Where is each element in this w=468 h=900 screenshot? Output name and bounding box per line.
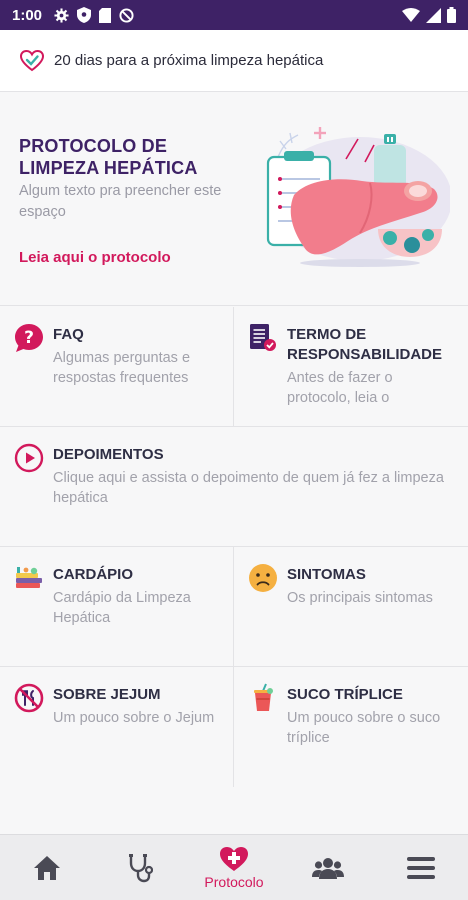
group-icon bbox=[311, 857, 344, 879]
hero-description: Algum texto pra preencher este espaço bbox=[19, 183, 222, 220]
tab-menu[interactable] bbox=[385, 835, 457, 900]
status-bar: 1:00 bbox=[0, 0, 468, 30]
next-cleanse-banner: 20 dias para a próxima limpeza hepática bbox=[0, 30, 468, 92]
read-protocol-link[interactable]: Leia aqui o protocolo bbox=[19, 249, 171, 266]
hero-title: PROTOCOLO DE LIMPEZA HEPÁTICA bbox=[19, 136, 198, 178]
termo-card[interactable]: TERMO DE RESPONSABILIDADE Antes de fazer… bbox=[234, 307, 468, 426]
juice-glass-icon bbox=[254, 683, 273, 711]
stethoscope-icon bbox=[129, 853, 154, 882]
suco-subtitle: Um pouco sobre o suco tríplice bbox=[287, 710, 441, 746]
no-food-icon bbox=[14, 683, 44, 713]
svg-text:?: ? bbox=[24, 328, 34, 348]
sintomas-subtitle: Os principais sintomas bbox=[287, 590, 433, 606]
suco-card[interactable]: SUCO TRÍPLICE Um pouco sobre o suco tríp… bbox=[234, 667, 468, 787]
document-check-icon bbox=[250, 324, 276, 351]
play-circle-icon bbox=[14, 443, 44, 473]
sintomas-title: SINTOMAS bbox=[287, 566, 366, 583]
tab-protocolo-label: Protocolo bbox=[204, 873, 264, 890]
menu-icon bbox=[407, 856, 436, 879]
tab-home[interactable] bbox=[11, 835, 83, 900]
depoimentos-card[interactable]: DEPOIMENTOS Clique aqui e assista o depo… bbox=[0, 427, 468, 546]
termo-subtitle: Antes de fazer o protocolo, leia o bbox=[287, 370, 393, 406]
signal-icon bbox=[426, 7, 441, 23]
jejum-title: SOBRE JEJUM bbox=[53, 686, 161, 703]
medical-heart-icon bbox=[219, 846, 248, 871]
next-cleanse-text: 20 dias para a próxima limpeza hepática bbox=[54, 52, 324, 69]
wifi-icon bbox=[402, 8, 420, 22]
faq-icon: ? bbox=[15, 324, 43, 352]
jejum-subtitle: Um pouco sobre o Jejum bbox=[53, 710, 215, 726]
faq-title: FAQ bbox=[53, 326, 84, 343]
faq-card[interactable]: ? FAQ Algumas perguntas e respostas freq… bbox=[0, 307, 234, 426]
heart-check-icon bbox=[20, 49, 44, 71]
cardapio-subtitle: Cardápio da Limpeza Hepática bbox=[53, 590, 191, 626]
status-time: 1:00 bbox=[12, 6, 43, 24]
blocked-icon bbox=[119, 7, 134, 23]
suco-title: SUCO TRÍPLICE bbox=[287, 686, 403, 703]
tab-community[interactable] bbox=[292, 835, 364, 900]
sim-card-icon bbox=[99, 7, 112, 23]
faq-subtitle: Algumas perguntas e respostas frequentes bbox=[53, 350, 191, 386]
menu-grid: ? FAQ Algumas perguntas e respostas freq… bbox=[0, 307, 468, 787]
depoimentos-subtitle: Clique aqui e assista o depoimento de qu… bbox=[53, 470, 444, 506]
shield-icon bbox=[77, 7, 92, 23]
home-icon bbox=[33, 855, 60, 880]
jejum-card[interactable]: SOBRE JEJUM Um pouco sobre o Jejum bbox=[0, 667, 234, 787]
food-menu-icon bbox=[16, 567, 42, 588]
bottom-tab-bar: Protocolo bbox=[0, 834, 468, 900]
depoimentos-title: DEPOIMENTOS bbox=[53, 446, 164, 463]
sintomas-card[interactable]: SINTOMAS Os principais sintomas bbox=[234, 547, 468, 666]
tab-protocolo[interactable]: Protocolo bbox=[198, 835, 270, 900]
tab-health[interactable] bbox=[104, 835, 176, 900]
sad-face-icon bbox=[249, 564, 277, 592]
protocol-hero: PROTOCOLO DE LIMPEZA HEPÁTICA Algum text… bbox=[0, 92, 468, 306]
battery-icon bbox=[447, 7, 456, 23]
cardapio-card[interactable]: CARDÁPIO Cardápio da Limpeza Hepática bbox=[0, 547, 234, 666]
settings-icon bbox=[54, 7, 69, 23]
termo-title: TERMO DE RESPONSABILIDADE bbox=[287, 326, 443, 363]
liver-illustration-icon bbox=[266, 127, 450, 267]
cardapio-title: CARDÁPIO bbox=[53, 566, 134, 583]
